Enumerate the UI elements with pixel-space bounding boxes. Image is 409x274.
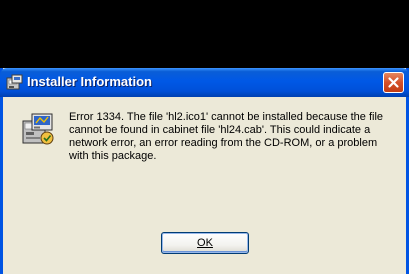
title-bar[interactable]: Installer Information [0,68,409,97]
installer-dialog: Installer Information Error 1334. The fi… [0,68,409,274]
window-title: Installer Information [27,74,152,89]
error-message: Error 1334. The file 'hl2.ico1' cannot b… [69,111,384,162]
installer-package-icon [20,111,56,147]
installer-icon [6,74,24,92]
ok-button[interactable]: OK [161,232,249,254]
ok-button-label: OK [197,237,213,249]
close-button[interactable] [383,72,404,93]
close-icon [388,77,399,88]
